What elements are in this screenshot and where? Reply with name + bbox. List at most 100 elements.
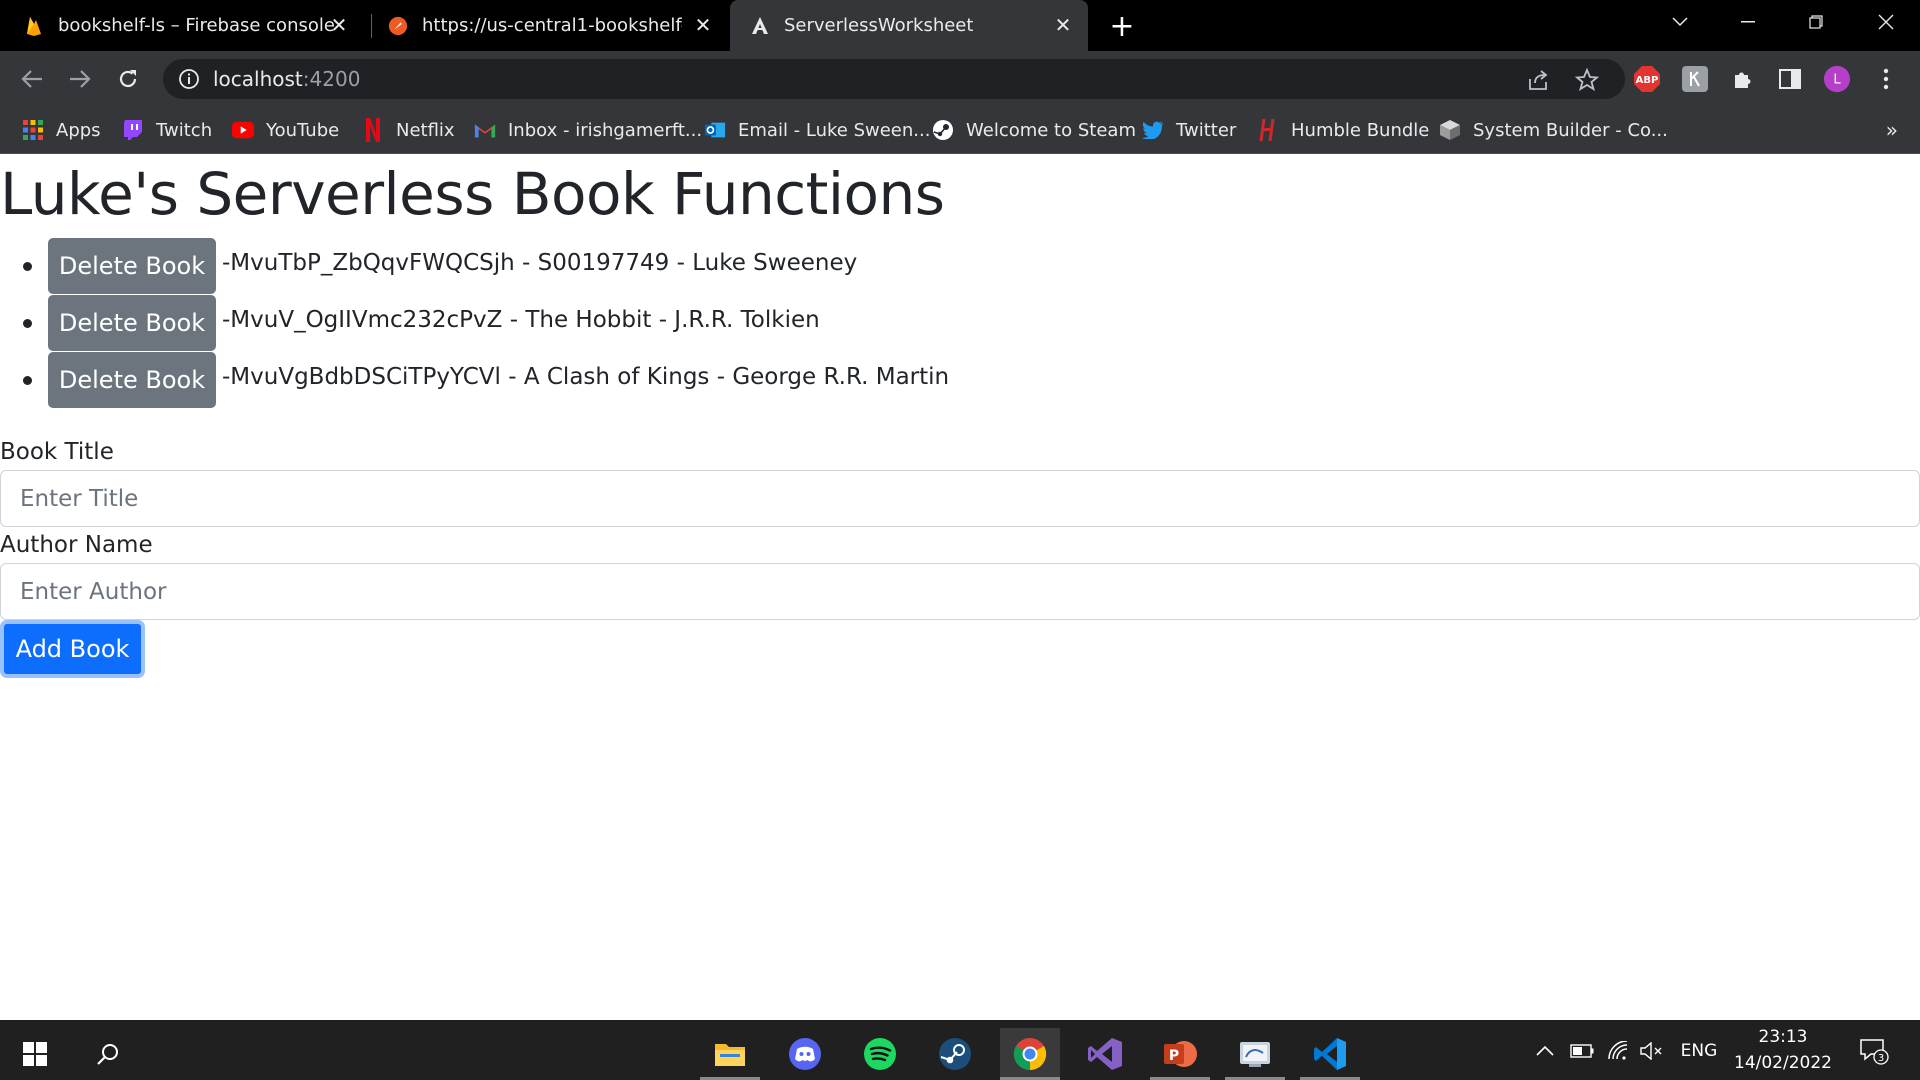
humble-bundle-icon (1257, 118, 1279, 142)
clock-time: 23:13 (1758, 1027, 1808, 1047)
windows-start-icon[interactable] (5, 1028, 65, 1080)
pcpartpicker-icon (1439, 119, 1461, 141)
angular-icon (750, 16, 770, 36)
gmail-icon (474, 119, 496, 141)
list-item: Delete Book -MvuV_OgIIVmc232cPvZ - The H… (0, 295, 1920, 352)
close-icon[interactable]: ✕ (1052, 13, 1074, 37)
visual-studio-icon[interactable] (1075, 1028, 1135, 1080)
bookmark-star-icon[interactable] (1574, 67, 1600, 93)
share-icon[interactable] (1525, 67, 1551, 93)
info-icon[interactable] (178, 68, 200, 90)
wifi-icon[interactable] (1605, 1038, 1631, 1064)
add-book-button[interactable]: Add Book (0, 620, 145, 678)
bookmarks-bar: Apps Twitch YouTube Netflix Inbox - iris… (0, 106, 1920, 154)
bullet-icon (23, 262, 32, 271)
book-title-input[interactable] (0, 470, 1920, 527)
bookmark-label: Welcome to Steam (966, 119, 1136, 141)
delete-book-button[interactable]: Delete Book (48, 238, 216, 294)
page-content: Luke's Serverless Book Functions Delete … (0, 155, 1920, 1020)
close-icon[interactable]: ✕ (692, 13, 714, 37)
list-item: Delete Book -MvuVgBdbDSCiTPyYCVl - A Cla… (0, 352, 1920, 409)
bookmark-label: System Builder - Co... (1473, 119, 1668, 141)
book-list: Delete Book -MvuTbP_ZbQqvFWQCSjh - S0019… (0, 238, 1920, 409)
system-clock[interactable]: 23:13 14/02/2022 (1728, 1024, 1838, 1076)
spotify-icon[interactable] (850, 1028, 910, 1080)
bookmark-humble-bundle[interactable]: Humble Bundle (1257, 116, 1429, 144)
url-host: localhost (213, 67, 303, 91)
author-name-label: Author Name (0, 532, 153, 558)
bookmark-label: YouTube (266, 119, 340, 141)
search-icon[interactable] (78, 1028, 138, 1080)
delete-book-button[interactable]: Delete Book (48, 352, 216, 408)
bookmark-apps[interactable]: Apps (22, 116, 101, 144)
bookmark-inbox[interactable]: Inbox - irishgamerft... (474, 116, 702, 144)
author-name-input[interactable] (0, 563, 1920, 620)
twitch-icon (122, 119, 144, 141)
side-panel-icon[interactable] (1776, 65, 1804, 93)
steam-icon[interactable] (925, 1028, 985, 1080)
close-icon[interactable]: ✕ (328, 13, 350, 37)
bookmark-twitch[interactable]: Twitch (122, 116, 212, 144)
reload-button[interactable] (109, 60, 147, 98)
bookmark-label: Email - Luke Sween... (738, 119, 931, 141)
book-entry-text: -MvuV_OgIIVmc232cPvZ - The Hobbit - J.R.… (222, 307, 820, 333)
bookmark-label: Humble Bundle (1291, 119, 1430, 141)
back-button[interactable] (13, 60, 51, 98)
url-text: localhost:4200 (213, 67, 360, 91)
tab-separator (371, 14, 372, 38)
bookmark-twitter[interactable]: Twitter (1142, 116, 1236, 144)
bookmark-youtube[interactable]: YouTube (232, 116, 339, 144)
chrome-icon[interactable] (1000, 1028, 1060, 1080)
bookmark-email[interactable]: Email - Luke Sween... (704, 116, 930, 144)
svg-text:P: P (1169, 1048, 1179, 1064)
url-port: :4200 (302, 67, 361, 91)
tab-title: bookshelf-ls – Firebase console (58, 15, 335, 36)
tab-strip: bookshelf-ls – Firebase console ✕ https:… (0, 0, 1920, 51)
profile-avatar[interactable]: L (1823, 65, 1851, 93)
powerpoint-icon[interactable]: P (1150, 1028, 1210, 1080)
new-tab-button[interactable]: + (1106, 9, 1138, 44)
minimize-button[interactable] (1720, 0, 1776, 44)
file-explorer-icon[interactable] (700, 1028, 760, 1080)
tab-firebase[interactable]: bookshelf-ls – Firebase console ✕ (24, 0, 364, 51)
volume-muted-icon[interactable] (1639, 1038, 1665, 1064)
forward-button[interactable] (61, 60, 99, 98)
steam-icon (932, 119, 954, 141)
postman-icon (388, 16, 408, 36)
bookmarks-overflow-chevron-icon[interactable]: » (1886, 118, 1898, 142)
delete-book-button[interactable]: Delete Book (48, 295, 216, 351)
vscode-icon[interactable] (1300, 1028, 1360, 1080)
discord-icon[interactable] (775, 1028, 835, 1080)
bookmark-steam[interactable]: Welcome to Steam (932, 116, 1136, 144)
address-bar[interactable]: localhost:4200 (163, 59, 1625, 99)
bookmark-label: Apps (56, 119, 101, 141)
show-hidden-icons-chevron-icon[interactable] (1534, 1038, 1556, 1064)
bookmark-system-builder[interactable]: System Builder - Co... (1439, 116, 1668, 144)
notification-count: 3 (1878, 1053, 1884, 1064)
book-title-label: Book Title (0, 439, 114, 465)
adblock-plus-icon[interactable]: ABP (1633, 65, 1661, 93)
battery-icon[interactable] (1569, 1038, 1595, 1064)
bookmark-label: Twitter (1176, 119, 1237, 141)
firebase-icon (24, 16, 44, 36)
close-window-button[interactable] (1858, 0, 1914, 44)
notifications-icon[interactable]: 3 (1856, 1038, 1892, 1065)
tab-search-icon[interactable] (1652, 0, 1708, 44)
extension-tile-icon[interactable] (1681, 65, 1709, 93)
profile-initial: L (1833, 73, 1841, 88)
book-entry-text: -MvuTbP_ZbQqvFWQCSjh - S00197749 - Luke … (222, 250, 858, 276)
netflix-icon (362, 118, 384, 142)
tab-postman[interactable]: https://us-central1-bookshelf-ls.c ✕ (388, 0, 728, 51)
bullet-icon (23, 319, 32, 328)
youtube-icon (232, 119, 254, 141)
kebab-menu-icon[interactable] (1872, 65, 1900, 93)
page-title: Luke's Serverless Book Functions (0, 160, 945, 228)
tab-serverlessworksheet[interactable]: ServerlessWorksheet ✕ (730, 0, 1088, 51)
language-indicator[interactable]: ENG (1678, 1038, 1720, 1064)
restore-button[interactable] (1788, 0, 1844, 44)
mysql-workbench-icon[interactable] (1225, 1028, 1285, 1080)
book-entry-text: -MvuVgBdbDSCiTPyYCVl - A Clash of Kings … (222, 364, 950, 390)
apps-grid-icon (22, 119, 44, 141)
extensions-puzzle-icon[interactable] (1729, 65, 1757, 93)
bookmark-netflix[interactable]: Netflix (362, 116, 455, 144)
